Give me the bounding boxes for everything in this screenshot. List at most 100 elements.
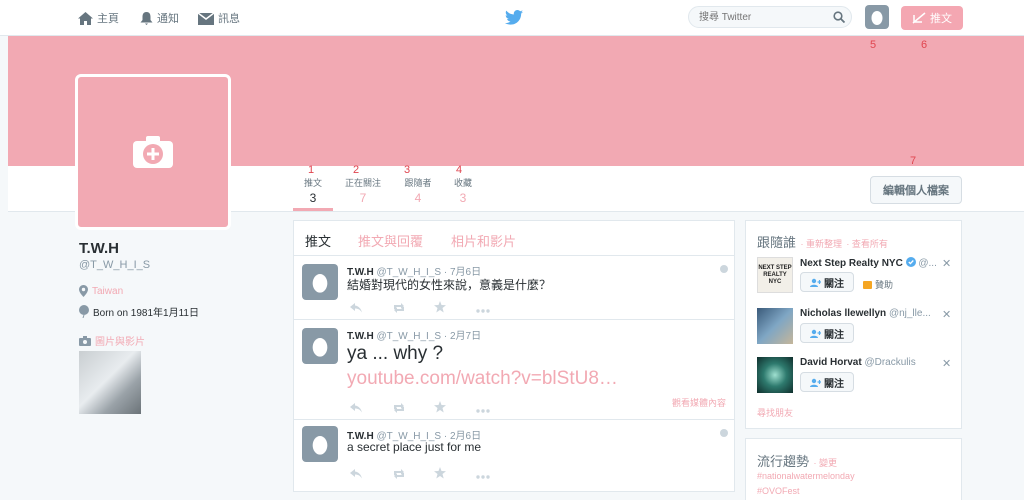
egg-avatar-icon: [312, 274, 328, 293]
annotation-5: 5: [870, 39, 877, 51]
top-navigation-bar: 主頁 通知 訊息 推文: [0, 0, 1024, 36]
more-dots-icon[interactable]: [476, 400, 518, 418]
refresh-link[interactable]: · 重新整理: [800, 239, 842, 249]
dismiss-suggestion-icon[interactable]: ✕: [942, 308, 951, 321]
tweet-date[interactable]: · 2月7日: [444, 331, 481, 342]
suggested-account-avatar[interactable]: NEXT STEP REALTY NYC: [757, 257, 793, 293]
promoted-label: 贊助: [863, 278, 893, 291]
follow-button-label: 關注: [824, 378, 844, 390]
nav-home[interactable]: 主頁: [78, 10, 119, 26]
suggested-account-avatar[interactable]: [757, 357, 793, 393]
profile-location: Taiwan: [79, 285, 123, 297]
add-user-icon: [810, 329, 821, 338]
add-photo-camera-icon: [133, 136, 173, 168]
suggested-account-name[interactable]: Nicholas llewellyn: [800, 308, 886, 319]
profile-birthday: Born on 1981年1月11日: [79, 304, 199, 319]
reply-icon[interactable]: [350, 400, 392, 418]
home-icon: [78, 11, 93, 25]
follow-button[interactable]: 關注: [800, 323, 854, 343]
tweet-actions: [350, 400, 518, 418]
trends-change-link[interactable]: · 變更: [813, 458, 837, 468]
annotation-2: 2: [353, 164, 360, 176]
tweet-item[interactable]: T.W.H @T_W_H_I_S · 7月6日 結婚對現代的女性來說，意義是什麼…: [294, 255, 734, 319]
stat-tweets[interactable]: 推文 3: [300, 176, 326, 205]
suggested-account-handle[interactable]: @Drackulis: [864, 357, 915, 368]
favorite-star-icon[interactable]: [434, 400, 476, 418]
nav-messages-label: 訊息: [218, 13, 240, 25]
sponsored-text: 贊助: [875, 280, 894, 290]
reply-icon[interactable]: [350, 466, 392, 484]
tweet-avatar[interactable]: [302, 426, 338, 462]
suggested-account-name[interactable]: David Horvat: [800, 357, 862, 368]
annotation-7: 7: [910, 155, 917, 167]
annotation-3: 3: [404, 164, 411, 176]
stat-following[interactable]: 正在關注 7: [342, 176, 384, 205]
edit-profile-button[interactable]: 編輯個人檔案: [870, 176, 962, 204]
tweet-avatar[interactable]: [302, 328, 338, 364]
more-dots-icon[interactable]: [476, 300, 518, 318]
retweet-icon[interactable]: [392, 300, 434, 318]
search-box[interactable]: [688, 6, 852, 28]
compose-tweet-button[interactable]: 推文: [901, 6, 963, 30]
trend-item[interactable]: #OVOFest: [757, 486, 800, 496]
suggested-account-name[interactable]: Next Step Realty NYC: [800, 258, 903, 269]
tweet-actions: [350, 466, 518, 484]
stat-favorites-value: 3: [459, 191, 467, 205]
profile-name: T.W.H: [79, 240, 119, 257]
retweet-icon[interactable]: [392, 466, 434, 484]
tweet-link[interactable]: youtube.com/watch?v=blStU8…: [347, 368, 618, 390]
location-text[interactable]: Taiwan: [92, 286, 123, 297]
view-all-link[interactable]: · 查看所有: [846, 239, 888, 249]
tweet-options-icon[interactable]: [720, 429, 728, 437]
nav-messages[interactable]: 訊息: [198, 10, 240, 26]
twitter-bird-logo-icon[interactable]: [505, 10, 523, 25]
nav-notifications-label: 通知: [157, 13, 179, 25]
retweet-icon[interactable]: [392, 400, 434, 418]
quill-icon: [912, 12, 926, 24]
tweet-author-name[interactable]: T.W.H: [347, 331, 374, 342]
tweet-item[interactable]: T.W.H @T_W_H_I_S · 2月6日 a secret place j…: [294, 419, 734, 492]
birthday-text: Born on 1981年1月11日: [93, 308, 199, 319]
favorite-star-icon[interactable]: [434, 300, 476, 318]
stat-followers[interactable]: 跟隨者 4: [402, 176, 434, 205]
nav-notifications[interactable]: 通知: [140, 10, 179, 26]
search-input[interactable]: [689, 7, 829, 28]
suggested-account-handle[interactable]: @...: [918, 258, 937, 269]
stat-followers-label: 跟隨者: [404, 178, 432, 188]
view-media-link[interactable]: 觀看媒體內容: [672, 396, 726, 409]
tweet-text: 結婚對現代的女性來說，意義是什麼？: [347, 278, 552, 292]
camera-icon: [79, 335, 91, 346]
stat-favorites-label: 收藏: [453, 178, 472, 188]
follow-button-label: 關注: [824, 278, 844, 290]
tweet-avatar[interactable]: [302, 264, 338, 300]
follow-button-label: 關注: [824, 329, 844, 341]
follow-button[interactable]: 關注: [800, 272, 854, 292]
tab-tweets-and-replies[interactable]: 推文與回覆: [358, 231, 423, 250]
find-friends-link[interactable]: 尋找朋友: [757, 406, 793, 419]
media-thumbnail[interactable]: [79, 351, 141, 414]
tweet-options-icon[interactable]: [720, 265, 728, 273]
dismiss-suggestion-icon[interactable]: ✕: [942, 357, 951, 370]
tab-tweets[interactable]: 推文: [305, 231, 331, 250]
favorite-star-icon[interactable]: [434, 466, 476, 484]
dismiss-suggestion-icon[interactable]: ✕: [942, 257, 951, 270]
follow-button[interactable]: 關注: [800, 372, 854, 392]
trend-item[interactable]: #nationalwatermelonday: [757, 471, 855, 481]
suggested-account-handle[interactable]: @nj_lle...: [889, 308, 931, 319]
who-to-follow-header: 跟隨誰 · 重新整理 · 查看所有: [757, 232, 888, 252]
tweet-author-handle[interactable]: @T_W_H_I_S: [376, 331, 441, 342]
add-user-icon: [810, 278, 821, 287]
search-icon[interactable]: [833, 11, 845, 23]
profile-avatar[interactable]: [75, 74, 231, 230]
tab-photos-videos[interactable]: 相片和影片: [451, 231, 516, 250]
stat-favorites[interactable]: 收藏 3: [450, 176, 476, 205]
tweet-item[interactable]: T.W.H @T_W_H_I_S · 2月7日 ya ... why ? you…: [294, 319, 734, 419]
more-dots-icon[interactable]: [476, 466, 518, 484]
tweet-text: ya ... why ?: [347, 343, 444, 364]
reply-icon[interactable]: [350, 300, 392, 318]
suggested-account-avatar[interactable]: [757, 308, 793, 344]
verified-badge-icon: [905, 257, 916, 267]
photos-videos-link[interactable]: 圖片與影片: [79, 333, 145, 348]
suggested-account-name-row: David Horvat @Drackulis: [800, 357, 916, 368]
account-avatar-button[interactable]: [865, 5, 889, 29]
